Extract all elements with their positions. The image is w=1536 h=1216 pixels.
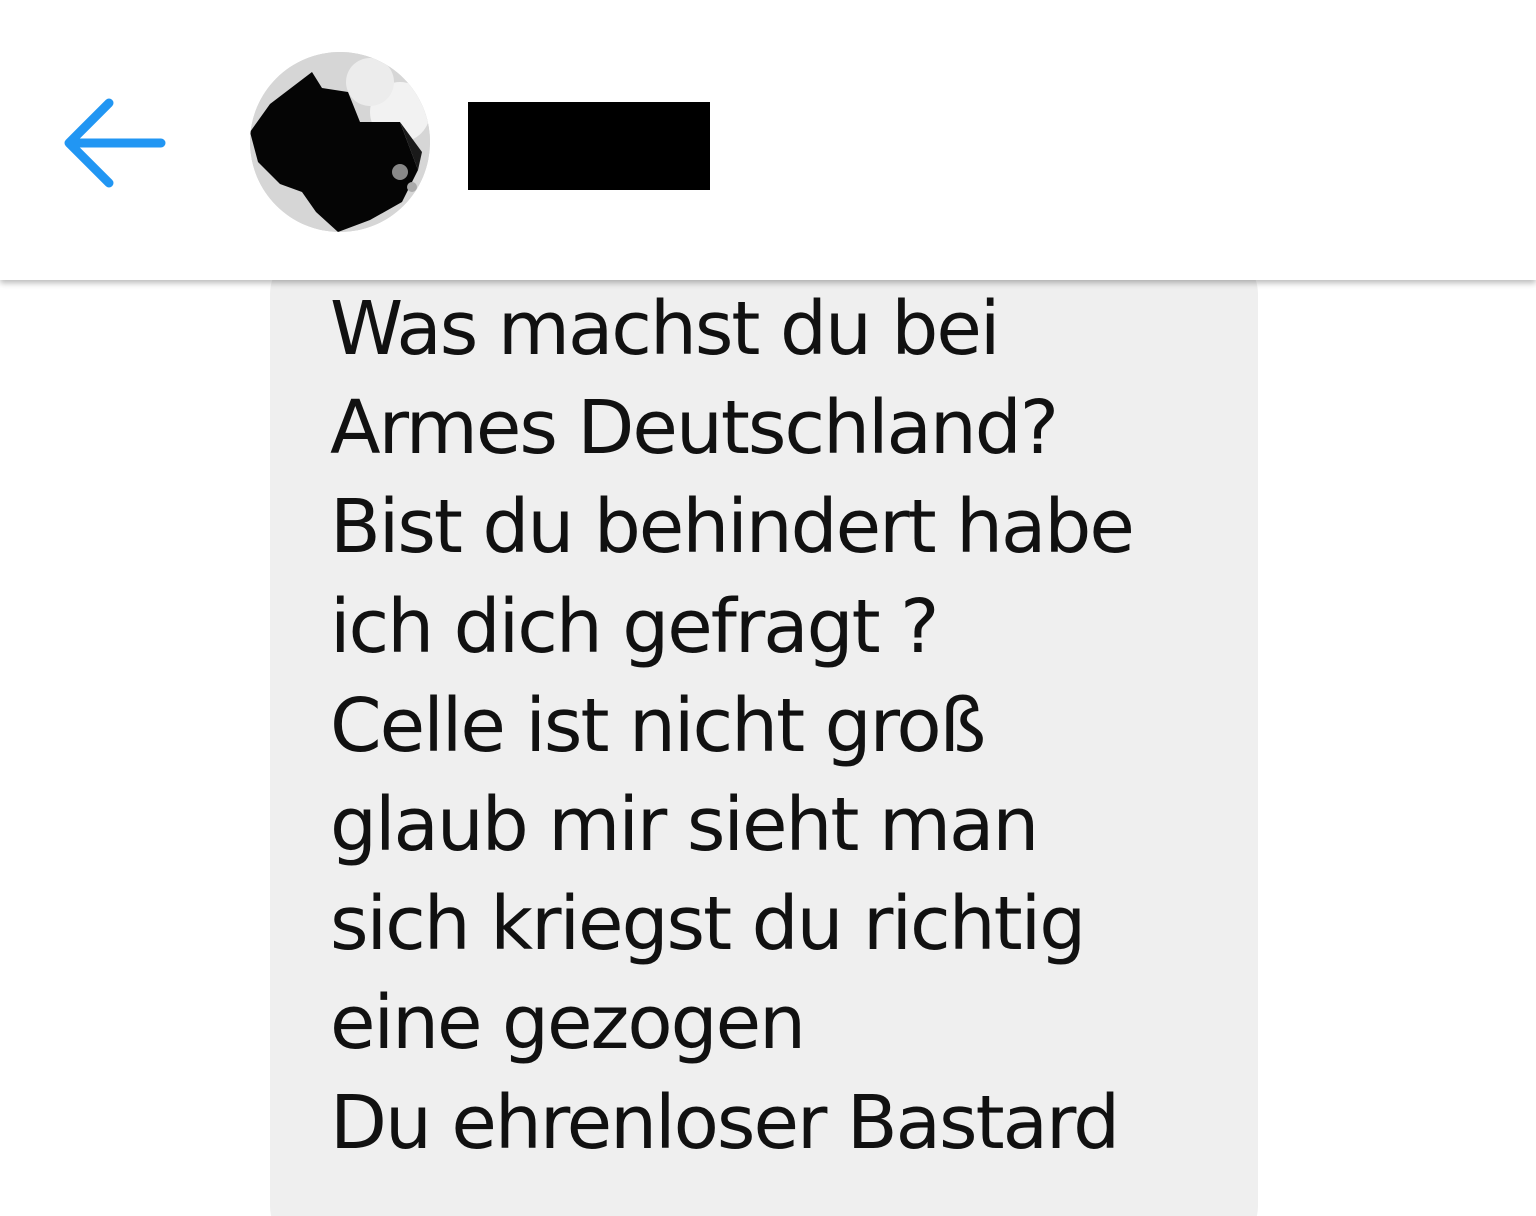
message-list[interactable]: Was machst du bei Armes Deutschland? Bis… [0, 280, 1536, 1216]
chat-header [0, 0, 1536, 280]
message-bubble: Was machst du bei Armes Deutschland? Bis… [270, 280, 1258, 1216]
avatar[interactable] [250, 52, 430, 232]
back-button[interactable] [52, 88, 172, 198]
profile-photo [250, 52, 430, 232]
contact-name-redacted [468, 102, 710, 190]
arrow-left-icon [64, 98, 166, 188]
message-text: Was machst du bei Armes Deutschland? Bis… [330, 286, 1135, 1166]
